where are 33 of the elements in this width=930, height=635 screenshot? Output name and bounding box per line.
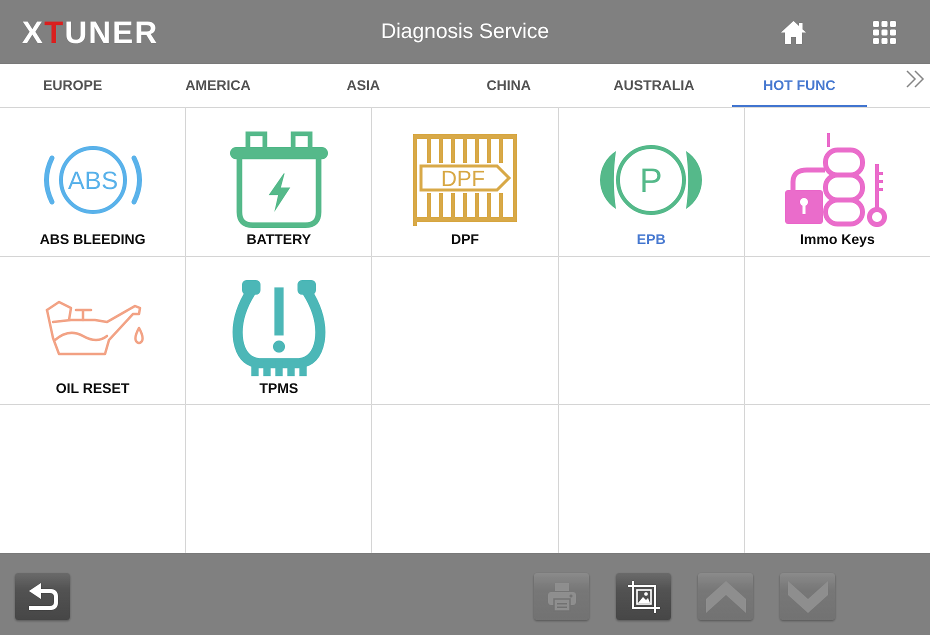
icon-text: ABS [68,167,118,195]
function-tile[interactable]: TPMS [186,256,372,404]
icon-text: P [640,162,663,200]
warning-ring [616,145,686,215]
brake-arc [600,151,616,209]
warning-ring [58,146,127,214]
region-tab[interactable]: AMERICA [150,64,286,107]
double-chevron-icon[interactable] [905,70,925,88]
screenshot-button[interactable] [616,573,671,620]
region-tab[interactable]: AUSTRALIA [586,64,722,107]
brake-arc [686,151,702,209]
function-tile[interactable]: OIL RESET [0,256,186,404]
battery-icon [228,131,329,229]
window-title: Diagnosis Service [380,20,550,44]
home-icon[interactable] [780,20,807,44]
printer-icon [546,582,576,612]
region-tab[interactable]: EUROPE [5,64,140,107]
function-tile[interactable]: BATTERY [186,108,372,256]
apps-grid-icon[interactable] [873,20,896,44]
back-button[interactable] [15,573,70,620]
function-tile[interactable]: DPF DPF [372,108,558,256]
brand-logo: XTUNER [22,16,158,48]
wheel-arc [131,156,142,204]
region-tab[interactable]: CHINA [440,64,576,107]
function-tile[interactable]: ABS ABS BLEEDING [0,108,186,256]
chevron-down-icon [788,580,828,612]
chevron-up-icon [706,580,746,612]
function-tile[interactable]: Immo Keys [744,108,930,256]
region-tab[interactable]: ASIA [296,64,431,107]
icon-text: DPF [440,166,485,191]
image-crop-icon [626,580,660,614]
function-tile[interactable]: P EPB [558,108,744,256]
wheel-arc [44,156,54,204]
